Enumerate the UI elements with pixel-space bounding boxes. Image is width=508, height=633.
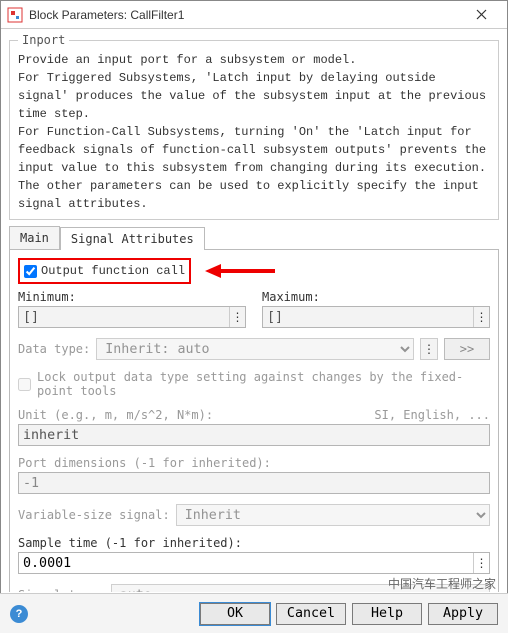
- datatype-expand-button[interactable]: >>: [444, 338, 490, 360]
- lock-datatype-label: Lock output data type setting against ch…: [37, 370, 490, 398]
- port-dimensions-label: Port dimensions (-1 for inherited):: [18, 456, 271, 470]
- sample-time-input[interactable]: [19, 553, 473, 573]
- annotation-highlight: Output function call: [18, 258, 191, 284]
- unit-system-label: SI, English, ...: [374, 408, 490, 422]
- ok-button[interactable]: OK: [200, 603, 270, 625]
- unit-input[interactable]: [19, 425, 489, 445]
- variable-size-select[interactable]: Inherit: [176, 504, 490, 526]
- datatype-more-button[interactable]: ⋮: [420, 338, 438, 360]
- signal-type-label: Signal type:: [18, 588, 105, 592]
- signal-type-select[interactable]: auto: [111, 584, 490, 592]
- maximum-label: Maximum:: [262, 290, 490, 304]
- datatype-label: Data type:: [18, 342, 90, 356]
- help-button[interactable]: Help: [352, 603, 422, 625]
- tab-strip: Main Signal Attributes: [9, 226, 499, 249]
- help-icon[interactable]: ?: [10, 605, 28, 623]
- close-button[interactable]: [461, 1, 501, 29]
- datatype-select[interactable]: Inherit: auto: [96, 338, 414, 360]
- window-title: Block Parameters: CallFilter1: [29, 8, 461, 22]
- output-function-call-checkbox[interactable]: [24, 265, 37, 278]
- description-text: Provide an input port for a subsystem or…: [18, 51, 490, 213]
- maximum-more-button[interactable]: ⋮: [473, 307, 489, 327]
- cancel-button[interactable]: Cancel: [276, 603, 346, 625]
- minimum-input[interactable]: [19, 307, 229, 327]
- app-icon: [7, 7, 23, 23]
- minimum-label: Minimum:: [18, 290, 246, 304]
- group-legend: Inport: [18, 33, 69, 47]
- tab-panel: Output function call Minimum: ⋮ Maximum:…: [9, 249, 499, 592]
- inport-group: Inport Provide an input port for a subsy…: [9, 33, 499, 220]
- variable-size-label: Variable-size signal:: [18, 508, 170, 522]
- tab-main[interactable]: Main: [9, 226, 60, 249]
- close-icon: [476, 9, 487, 20]
- sample-time-more-button[interactable]: ⋮: [473, 553, 489, 573]
- sample-time-label: Sample time (-1 for inherited):: [18, 536, 242, 550]
- apply-button[interactable]: Apply: [428, 603, 498, 625]
- unit-label: Unit (e.g., m, m/s^2, N*m):: [18, 408, 213, 422]
- lock-datatype-checkbox[interactable]: [18, 378, 31, 391]
- tab-signal-attributes[interactable]: Signal Attributes: [60, 227, 205, 250]
- port-dimensions-input[interactable]: [19, 473, 489, 493]
- minimum-more-button[interactable]: ⋮: [229, 307, 245, 327]
- output-function-call-label: Output function call: [41, 262, 185, 280]
- annotation-arrow: [205, 262, 275, 280]
- maximum-input[interactable]: [263, 307, 473, 327]
